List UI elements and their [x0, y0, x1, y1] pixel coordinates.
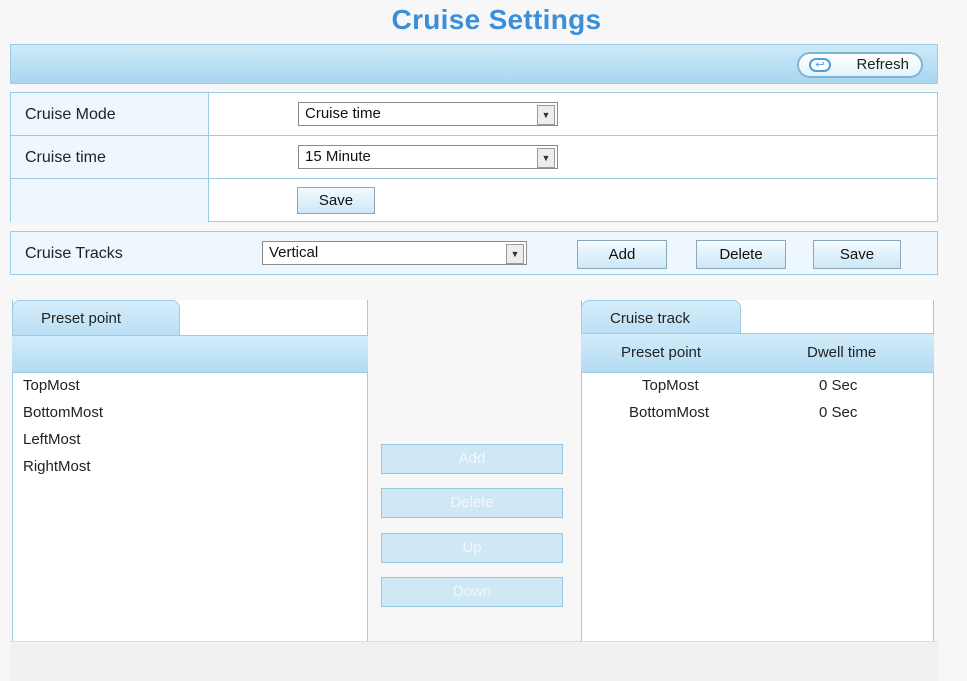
list-item[interactable]: RightMost: [23, 453, 103, 480]
chevron-down-icon[interactable]: ▼: [506, 244, 524, 264]
empty-label-cell: [11, 179, 209, 222]
move-down-button[interactable]: Down: [381, 577, 563, 607]
footer-strip: [10, 641, 938, 681]
add-track-button[interactable]: Add: [577, 240, 667, 269]
cruise-tracks-row: Cruise Tracks Vertical ▼ Add Delete Save: [10, 231, 938, 275]
cruise-mode-select[interactable]: Cruise time ▼: [298, 102, 558, 126]
tab-preset-point[interactable]: Preset point: [12, 300, 180, 336]
track-dwell: 0 Sec: [819, 377, 858, 394]
delete-track-button[interactable]: Delete: [696, 240, 786, 269]
cruise-settings-form: Cruise Mode Cruise time ▼ Cruise time 15…: [10, 92, 938, 222]
cruise-mode-label: Cruise Mode: [11, 93, 209, 135]
cruise-time-select[interactable]: 15 Minute ▼: [298, 145, 558, 169]
preset-list-header: [12, 335, 368, 373]
chevron-down-icon[interactable]: ▼: [537, 105, 555, 125]
cruise-mode-row: Cruise Mode Cruise time ▼: [11, 93, 937, 136]
cruise-track-list: TopMost 0 Sec BottomMost 0 Sec: [582, 372, 934, 426]
list-item[interactable]: TopMost: [23, 372, 103, 399]
save-cruise-settings-button[interactable]: Save: [297, 187, 375, 214]
preset-list: TopMost BottomMost LeftMost RightMost: [23, 372, 103, 480]
cruise-tracks-label: Cruise Tracks: [25, 245, 123, 262]
tab-cruise-track[interactable]: Cruise track: [581, 300, 741, 336]
col-preset-point: Preset point: [621, 344, 702, 361]
toolbar: ↩ Refresh: [10, 44, 938, 84]
move-up-button[interactable]: Up: [381, 533, 563, 563]
save-track-button[interactable]: Save: [813, 240, 901, 269]
track-preset: TopMost: [642, 377, 699, 394]
list-item[interactable]: LeftMost: [23, 426, 103, 453]
save-row: Save: [11, 179, 937, 222]
refresh-icon: ↩: [809, 58, 831, 72]
table-row[interactable]: BottomMost 0 Sec: [582, 399, 934, 426]
refresh-label: Refresh: [856, 56, 909, 73]
list-item[interactable]: BottomMost: [23, 399, 103, 426]
cruise-track-panel: Cruise track Preset point Dwell time Top…: [581, 300, 934, 641]
add-preset-button[interactable]: Add: [381, 444, 563, 474]
chevron-down-icon[interactable]: ▼: [537, 148, 555, 168]
cruise-tracks-value: Vertical: [269, 244, 319, 261]
cruise-time-label: Cruise time: [11, 136, 209, 178]
cruise-mode-value: Cruise time: [305, 105, 381, 122]
cruise-time-value: 15 Minute: [305, 148, 371, 165]
cruise-tracks-select[interactable]: Vertical ▼: [262, 241, 527, 265]
track-dwell: 0 Sec: [819, 404, 858, 421]
preset-point-panel: Preset point TopMost BottomMost LeftMost…: [12, 300, 368, 641]
cruise-time-row: Cruise time 15 Minute ▼: [11, 136, 937, 179]
track-preset: BottomMost: [629, 404, 710, 421]
refresh-button[interactable]: ↩ Refresh: [797, 52, 923, 78]
table-row[interactable]: TopMost 0 Sec: [582, 372, 934, 399]
cruise-track-header: Preset point Dwell time: [581, 333, 934, 373]
delete-preset-button[interactable]: Delete: [381, 488, 563, 518]
col-dwell-time: Dwell time: [807, 344, 877, 361]
page-title: Cruise Settings: [391, 4, 602, 35]
